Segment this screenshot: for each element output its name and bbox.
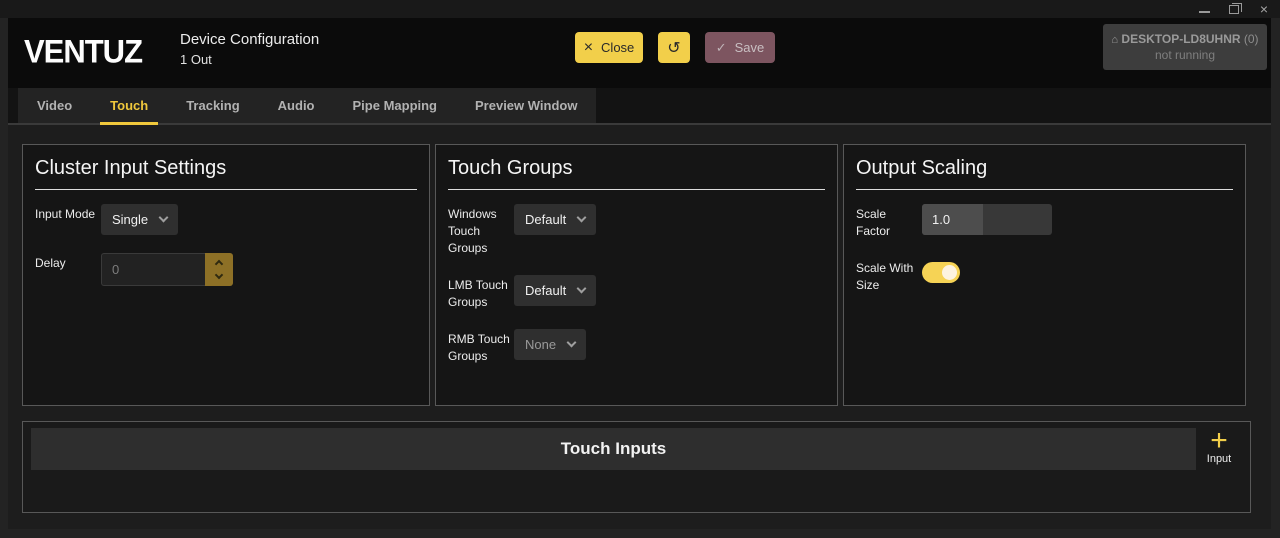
rmb-touch-groups-value: None — [525, 337, 556, 352]
lmb-touch-groups-row: LMB Touch Groups Default — [448, 275, 825, 311]
stepper-down-icon — [215, 271, 223, 279]
minimize-icon — [1199, 11, 1210, 13]
input-mode-row: Input Mode Single — [35, 204, 417, 235]
tab-tracking[interactable]: Tracking — [167, 88, 258, 123]
close-button-label: Close — [601, 40, 634, 55]
tab-bar: Video Touch Tracking Audio Pipe Mapping … — [18, 88, 596, 123]
windows-touch-groups-label: Windows Touch Groups — [448, 204, 514, 257]
input-mode-value: Single — [112, 212, 148, 227]
tab-video[interactable]: Video — [18, 88, 91, 123]
touch-inputs-header-row: Touch Inputs + Input — [31, 428, 1242, 470]
page-title: Device Configuration — [180, 31, 319, 48]
tab-divider — [8, 123, 1271, 125]
tab-touch-label: Touch — [110, 98, 148, 113]
window-titlebar: × — [0, 0, 1280, 18]
header-actions: × Close ↺ ✓ Save — [575, 32, 775, 63]
touch-inputs-panel: Touch Inputs + Input — [22, 421, 1251, 513]
home-icon: ⌂ — [1111, 34, 1118, 46]
header-titles: Device Configuration 1 Out — [180, 31, 319, 67]
tab-strip: Video Touch Tracking Audio Pipe Mapping … — [8, 88, 1271, 125]
scale-with-size-toggle[interactable] — [922, 262, 960, 283]
windows-touch-groups-row: Windows Touch Groups Default — [448, 204, 825, 257]
main-content: Cluster Input Settings Input Mode Single… — [8, 125, 1271, 529]
input-mode-label: Input Mode — [35, 204, 101, 235]
window-maximize-button[interactable] — [1226, 2, 1242, 16]
chevron-down-icon — [577, 213, 587, 223]
toggle-knob — [942, 265, 957, 280]
rmb-touch-groups-label: RMB Touch Groups — [448, 329, 514, 365]
scale-factor-label: Scale Factor — [856, 204, 922, 240]
rmb-touch-groups-dropdown[interactable]: None — [514, 329, 586, 360]
chevron-down-icon — [159, 213, 169, 223]
rmb-touch-groups-row: RMB Touch Groups None — [448, 329, 825, 365]
delay-label: Delay — [35, 253, 101, 286]
machine-count: (0) — [1244, 32, 1259, 46]
close-button[interactable]: × Close — [575, 32, 643, 63]
close-x-icon: × — [584, 41, 593, 55]
save-button[interactable]: ✓ Save — [705, 32, 775, 63]
touch-groups-panel: Touch Groups Windows Touch Groups Defaul… — [435, 144, 838, 406]
checkmark-icon: ✓ — [716, 40, 727, 56]
window-close-button[interactable]: × — [1256, 2, 1272, 16]
refresh-button[interactable]: ↺ — [658, 32, 690, 63]
save-button-label: Save — [735, 40, 765, 55]
cluster-input-settings-panel: Cluster Input Settings Input Mode Single… — [22, 144, 430, 406]
touch-groups-panel-title: Touch Groups — [448, 157, 825, 180]
tab-preview-window-label: Preview Window — [475, 98, 577, 113]
tab-audio-label: Audio — [278, 98, 315, 113]
windows-touch-groups-value: Default — [525, 212, 566, 227]
chevron-down-icon — [567, 338, 577, 348]
refresh-icon: ↺ — [667, 38, 680, 58]
settings-panels-row: Cluster Input Settings Input Mode Single… — [22, 144, 1251, 406]
window-minimize-button[interactable] — [1196, 2, 1212, 16]
input-mode-dropdown[interactable]: Single — [101, 204, 178, 235]
scale-with-size-row: Scale With Size — [856, 258, 1233, 294]
chevron-down-icon — [577, 284, 587, 294]
add-input-label: Input — [1207, 453, 1231, 465]
add-input-button[interactable]: + Input — [1196, 428, 1242, 470]
app-header: VENTUZ Device Configuration 1 Out × Clos… — [8, 18, 1271, 88]
windows-touch-groups-dropdown[interactable]: Default — [514, 204, 596, 235]
machine-hostname: DESKTOP-LD8UHNR — [1121, 32, 1240, 46]
scale-factor-row: Scale Factor 1.0 — [856, 204, 1233, 240]
lmb-touch-groups-value: Default — [525, 283, 566, 298]
tab-pipe-mapping-label: Pipe Mapping — [353, 98, 438, 113]
touch-groups-panel-rule — [448, 189, 825, 190]
output-scaling-panel: Output Scaling Scale Factor 1.0 Scale Wi… — [843, 144, 1246, 406]
tab-preview-window[interactable]: Preview Window — [456, 88, 596, 123]
plus-icon: + — [1210, 428, 1228, 454]
cluster-panel-title: Cluster Input Settings — [35, 157, 417, 180]
tab-touch[interactable]: Touch — [91, 88, 167, 123]
app-window: VENTUZ Device Configuration 1 Out × Clos… — [8, 18, 1271, 529]
touch-inputs-header: Touch Inputs — [31, 428, 1196, 470]
machine-status-text: not running — [1155, 48, 1215, 62]
tab-tracking-label: Tracking — [186, 98, 239, 113]
page-subtitle: 1 Out — [180, 52, 319, 67]
ventuz-logo: VENTUZ — [24, 33, 142, 70]
delay-number-field: 0 — [101, 253, 233, 286]
touch-inputs-title: Touch Inputs — [561, 439, 666, 459]
stepper-up-icon — [215, 260, 223, 268]
output-scaling-panel-rule — [856, 189, 1233, 190]
window-close-icon: × — [1260, 2, 1268, 16]
delay-stepper[interactable] — [205, 253, 233, 286]
scale-factor-value: 1.0 — [932, 204, 950, 235]
scale-factor-input[interactable]: 1.0 — [922, 204, 1052, 235]
maximize-icon — [1229, 5, 1239, 14]
lmb-touch-groups-dropdown[interactable]: Default — [514, 275, 596, 306]
tab-pipe-mapping[interactable]: Pipe Mapping — [334, 88, 457, 123]
tab-video-label: Video — [37, 98, 72, 113]
cluster-panel-rule — [35, 189, 417, 190]
scale-with-size-label: Scale With Size — [856, 258, 922, 294]
delay-value: 0 — [112, 262, 119, 277]
delay-input[interactable]: 0 — [101, 253, 205, 286]
tab-audio[interactable]: Audio — [259, 88, 334, 123]
delay-row: Delay 0 — [35, 253, 417, 286]
machine-status-button[interactable]: ⌂ DESKTOP-LD8UHNR (0) not running — [1103, 24, 1267, 70]
machine-name: ⌂ DESKTOP-LD8UHNR (0) — [1111, 32, 1258, 46]
lmb-touch-groups-label: LMB Touch Groups — [448, 275, 514, 311]
output-scaling-panel-title: Output Scaling — [856, 157, 1233, 180]
